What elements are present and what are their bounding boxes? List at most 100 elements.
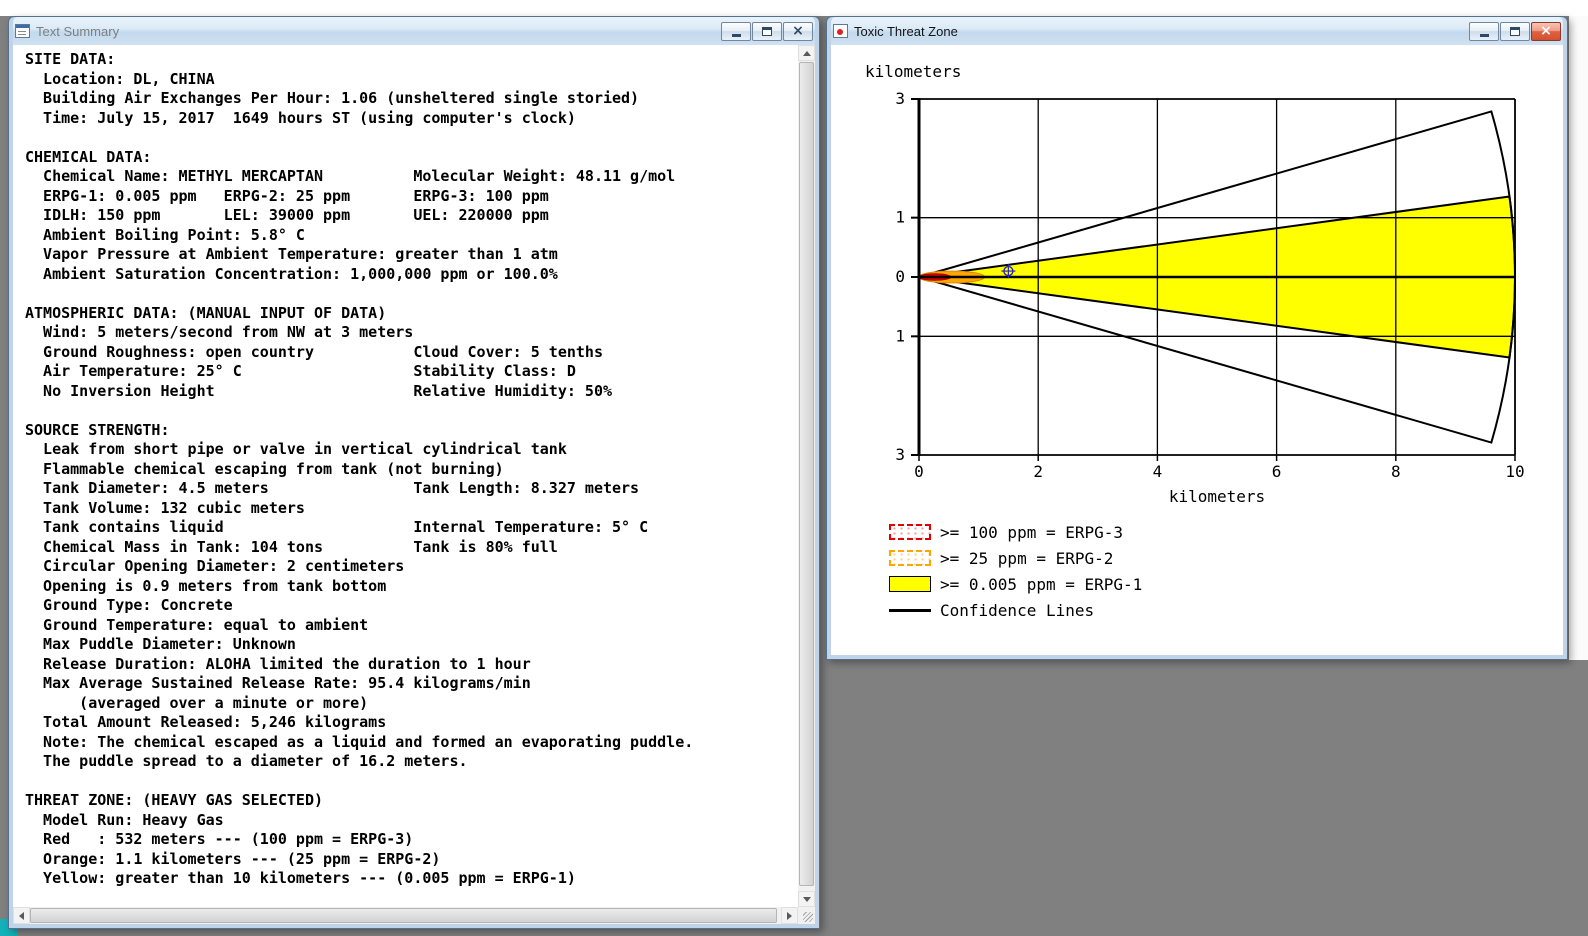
legend-item: >= 100 ppm = ERPG-3: [889, 522, 1142, 542]
y-tick-label: 1: [895, 326, 905, 345]
summary-line: Release Duration: ALOHA limited the dura…: [25, 654, 531, 673]
summary-line: Leak from short pipe or valve in vertica…: [25, 440, 567, 458]
summary-line: Opening is 0.9 meters from tank bottom: [25, 576, 387, 595]
x-tick-label: 8: [1391, 462, 1401, 481]
summary-line: Tank Diameter: 4.5 meters Tank Length: 8…: [25, 479, 640, 497]
summary-line: CHEMICAL DATA:: [25, 147, 152, 166]
summary-line: Note: The chemical escaped as a liquid a…: [25, 732, 694, 751]
right-margin-strip: [1569, 16, 1588, 660]
summary-line: Tank Volume: 132 cubic meters: [25, 498, 305, 517]
horizontal-scroll-thumb[interactable]: [30, 908, 777, 923]
horizontal-scrollbar[interactable]: [13, 907, 798, 924]
x-tick-label: 2: [1033, 462, 1043, 481]
threat-zone-window-icon: [833, 24, 848, 38]
summary-line: [25, 128, 798, 148]
summary-line: ATMOSPHERIC DATA: (MANUAL INPUT OF DATA): [25, 303, 387, 322]
summary-line: Ground Type: Concrete: [25, 596, 233, 614]
summary-line: Total Amount Released: 5,246 kilograms: [25, 713, 387, 731]
summary-line: IDLH: 150 ppm LEL: 39000 ppm UEL: 220000…: [25, 206, 549, 224]
scroll-left-button[interactable]: [13, 907, 30, 924]
threat-plot: 310130 2 4 6 8 10kilometerskilometers: [865, 62, 1525, 506]
summary-line: (averaged over a minute or more): [25, 693, 369, 712]
legend-swatch-yellow-solid: [889, 576, 931, 592]
vertical-scroll-thumb[interactable]: [799, 62, 814, 886]
text-summary-minimize-button[interactable]: [721, 21, 751, 41]
maximize-icon: [762, 26, 772, 36]
scroll-up-icon: [802, 50, 811, 56]
y-tick-label: 3: [895, 89, 905, 108]
text-summary-caption-buttons: ×: [721, 21, 813, 41]
text-summary-window-icon: [15, 24, 30, 38]
summary-line: Yellow: greater than 10 kilometers --- (…: [25, 869, 576, 887]
y-axis-title: kilometers: [865, 62, 961, 81]
summary-line: Air Temperature: 25° C Stability Class: …: [25, 362, 576, 380]
legend-swatch-line: [889, 608, 931, 612]
legend-swatch-red-dashed: [889, 524, 931, 540]
summary-line: [25, 284, 798, 304]
summary-line: Chemical Name: METHYL MERCAPTAN Molecula…: [25, 167, 676, 185]
summary-line: Ambient Boiling Point: 5.8° C: [25, 225, 305, 244]
legend-item: >= 25 ppm = ERPG-2: [889, 548, 1142, 568]
threat-zone-close-button[interactable]: ×: [1531, 21, 1561, 41]
summary-line: Max Puddle Diameter: Unknown: [25, 635, 296, 653]
text-summary-maximize-button[interactable]: [752, 21, 782, 41]
summary-line: THREAT ZONE: (HEAVY GAS SELECTED): [25, 791, 324, 809]
text-summary-close-button[interactable]: ×: [783, 21, 813, 41]
summary-line: Location: DL, CHINA: [25, 69, 215, 88]
x-tick-label: 4: [1153, 462, 1163, 481]
summary-line: Model Run: Heavy Gas: [25, 810, 224, 829]
scroll-left-icon: [19, 911, 24, 920]
legend-label: >= 0.005 ppm = ERPG-1: [940, 574, 1143, 594]
summary-line: Orange: 1.1 kilometers --- (25 ppm = ERP…: [25, 849, 441, 868]
summary-line: Chemical Mass in Tank: 104 tons Tank is …: [25, 537, 558, 556]
close-icon: ×: [1540, 23, 1552, 39]
y-tick-label: 3: [895, 445, 905, 464]
summary-line: Ground Roughness: open country Cloud Cov…: [25, 342, 603, 361]
summary-line: [25, 772, 798, 792]
summary-line: SITE DATA:: [25, 50, 116, 68]
vertical-scrollbar[interactable]: [798, 45, 815, 907]
text-summary-window: Text Summary × SITE DATA: Location: DL, …: [8, 16, 820, 929]
summary-line: Flammable chemical escaping from tank (n…: [25, 459, 504, 478]
top-strip: [0, 0, 1588, 16]
threat-zone-caption-buttons: ×: [1469, 21, 1561, 41]
scroll-down-button[interactable]: [798, 891, 815, 907]
x-axis-title: kilometers: [1169, 487, 1265, 506]
summary-line: SOURCE STRENGTH:: [25, 420, 170, 439]
summary-line: Time: July 15, 2017 1649 hours ST (using…: [25, 108, 576, 127]
threat-zone-maximize-button[interactable]: [1500, 21, 1530, 41]
legend-label: >= 25 ppm = ERPG-2: [940, 548, 1114, 568]
toxic-threat-zone-window: Toxic Threat Zone × 3 1 0 1 3 0 2 4 6 8 10 kilomete…: [826, 16, 1568, 660]
legend-label: Confidence Lines: [940, 600, 1095, 620]
summary-line: No Inversion Height Relative Humidity: 5…: [25, 381, 612, 400]
summary-line: Red : 532 meters --- (100 ppm = ERPG-3): [25, 830, 414, 848]
summary-line: Vapor Pressure at Ambient Temperature: g…: [25, 245, 558, 263]
summary-line: Circular Opening Diameter: 2 centimeters: [25, 557, 405, 575]
text-summary-content[interactable]: SITE DATA: Location: DL, CHINA Building …: [13, 45, 798, 907]
x-tick-label: 6: [1272, 462, 1282, 481]
threat-zone-minimize-button[interactable]: [1469, 21, 1499, 41]
legend-label: >= 100 ppm = ERPG-3: [940, 522, 1124, 542]
y-tick-label: 1: [895, 208, 905, 227]
close-icon: ×: [792, 23, 804, 39]
scroll-up-button[interactable]: [798, 45, 815, 61]
threat-zone-titlebar[interactable]: Toxic Threat Zone ×: [831, 17, 1563, 45]
summary-line: Tank contains liquid Internal Temperatur…: [25, 518, 649, 536]
resize-grip[interactable]: [798, 907, 815, 924]
summary-line: Ground Temperature: equal to ambient: [25, 615, 369, 634]
text-summary-titlebar[interactable]: Text Summary ×: [13, 17, 815, 45]
legend-item: >= 0.005 ppm = ERPG-1: [889, 574, 1143, 594]
minimize-icon: [731, 33, 741, 37]
threat-zone-window-title: Toxic Threat Zone: [854, 23, 958, 39]
maximize-icon: [1510, 26, 1520, 36]
summary-line: Wind: 5 meters/second from NW at 3 meter…: [25, 323, 414, 341]
summary-line: Ambient Saturation Concentration: 1,000,…: [25, 264, 558, 283]
scroll-right-button[interactable]: [781, 907, 798, 924]
x-tick-label: 0: [914, 462, 924, 481]
scroll-down-icon: [802, 896, 811, 902]
x-tick-label: 10: [1505, 462, 1524, 481]
scroll-right-icon: [787, 911, 792, 920]
summary-line: ERPG-1: 0.005 ppm ERPG-2: 25 ppm ERPG-3:…: [25, 186, 549, 205]
summary-line: The puddle spread to a diameter of 16.2 …: [25, 752, 468, 770]
y-tick-label: 0: [895, 267, 905, 286]
